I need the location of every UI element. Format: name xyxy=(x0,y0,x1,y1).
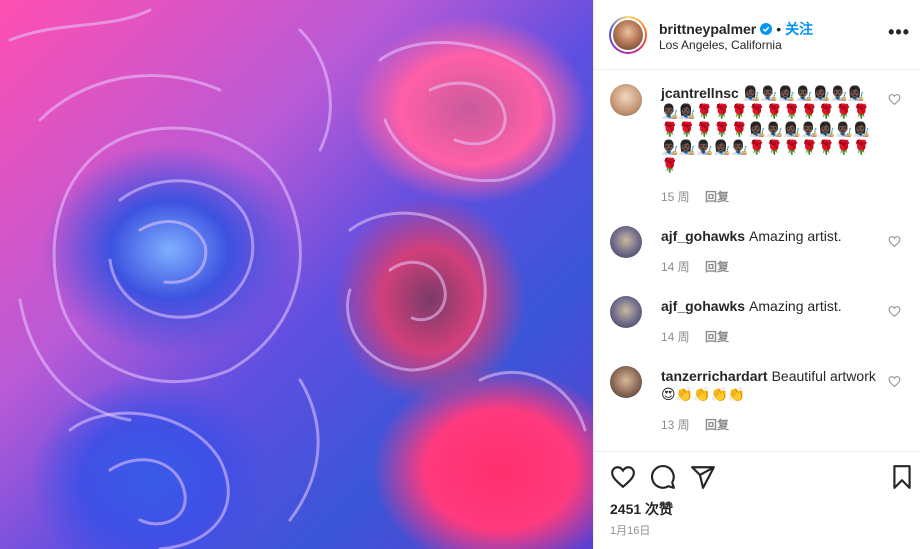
comment-like-heart-icon[interactable] xyxy=(888,93,901,106)
comment-age: 14 周 xyxy=(661,330,690,344)
owner-username[interactable]: brittneypalmer xyxy=(659,21,756,37)
comment-text: tanzerrichardart Beautiful artwork 😍👏👏👏👏 xyxy=(661,367,881,403)
separator-dot: • xyxy=(776,21,782,37)
reply-button[interactable]: 回复 xyxy=(705,260,729,274)
comment-like-heart-icon[interactable] xyxy=(888,375,901,388)
comment-text: ajf_gohawks Amazing artist. xyxy=(661,227,881,245)
more-options-icon[interactable]: ••• xyxy=(888,22,910,43)
comment-meta: 14 周 回复 xyxy=(661,328,741,345)
commenter-avatar[interactable] xyxy=(610,296,642,328)
comment-text: ajf_gohawks Amazing artist. xyxy=(661,297,881,315)
reply-button[interactable]: 回复 xyxy=(705,330,729,344)
comment-text: jcantrellnsc 👩🏿‍🎨👨🏿‍🎨👩🏿‍🎨👨🏿‍🎨👩🏿‍🎨👨🏿‍🎨👩🏿‍🎨… xyxy=(661,84,881,174)
reply-button[interactable]: 回复 xyxy=(705,190,729,204)
comment-message: Amazing artist. xyxy=(749,228,842,244)
comment-age: 13 周 xyxy=(661,418,690,432)
post-actions: 2451 次赞 1月16日 xyxy=(594,451,920,549)
follow-button[interactable]: 关注 xyxy=(785,19,813,39)
rose-painting-art xyxy=(8,8,587,549)
comment-age: 14 周 xyxy=(661,260,690,274)
commenter-avatar[interactable] xyxy=(610,84,642,116)
comment-icon[interactable] xyxy=(650,464,676,490)
share-icon[interactable] xyxy=(690,464,716,490)
comment-meta: 13 周 回复 xyxy=(661,416,741,433)
verified-badge-icon xyxy=(760,23,773,35)
post-image[interactable] xyxy=(0,0,593,549)
comment-username[interactable]: jcantrellnsc xyxy=(661,85,739,101)
comment-meta: 14 周 回复 xyxy=(661,258,741,275)
comment-like-heart-icon[interactable] xyxy=(888,235,901,248)
bookmark-icon[interactable] xyxy=(889,464,915,490)
post-date: 1月16日 xyxy=(610,525,651,537)
comment-username[interactable]: ajf_gohawks xyxy=(661,228,745,244)
reply-button[interactable]: 回复 xyxy=(705,418,729,432)
comments-list: jcantrellnsc 👩🏿‍🎨👨🏿‍🎨👩🏿‍🎨👨🏿‍🎨👩🏿‍🎨👨🏿‍🎨👩🏿‍🎨… xyxy=(594,71,920,451)
comment-username[interactable]: tanzerrichardart xyxy=(661,368,768,384)
comment-meta: 15 周 回复 xyxy=(661,188,741,205)
heart-icon[interactable] xyxy=(610,464,636,490)
owner-avatar[interactable] xyxy=(609,16,647,54)
comment-username[interactable]: ajf_gohawks xyxy=(661,298,745,314)
commenter-avatar[interactable] xyxy=(610,366,642,398)
post-side-panel: brittneypalmer • 关注 Los Angeles, Califor… xyxy=(593,0,920,549)
post-header: brittneypalmer • 关注 Los Angeles, Califor… xyxy=(594,0,920,70)
post-location[interactable]: Los Angeles, California xyxy=(659,38,782,52)
comment-message: Amazing artist. xyxy=(749,298,842,314)
owner-line: brittneypalmer • 关注 xyxy=(659,19,813,39)
comment-like-heart-icon[interactable] xyxy=(888,305,901,318)
comment-age: 15 周 xyxy=(661,190,690,204)
likes-count[interactable]: 2451 次赞 xyxy=(610,499,673,519)
commenter-avatar[interactable] xyxy=(610,226,642,258)
